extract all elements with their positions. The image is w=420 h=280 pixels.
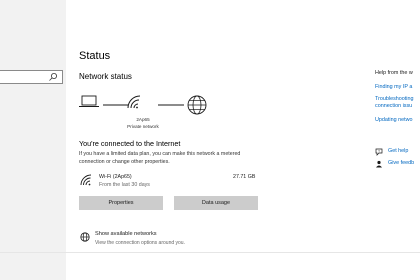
show-available-networks-link[interactable]: Show available networks [95,231,157,237]
wifi-icon [127,95,141,109]
help-link-updating-network[interactable]: Updating netwo [375,117,412,124]
connection-status-heading: You're connected to the Internet [79,139,181,148]
network-status-heading: Network status [79,72,132,81]
wifi-connection-name: Wi-Fi (2Ap65) [99,174,132,180]
give-feedback-link[interactable]: Give feedb [388,160,414,166]
wifi-icon [80,174,92,186]
show-available-networks-description: View the connection options around you. [95,240,185,246]
help-link-ip-address[interactable]: Finding my IP a [375,84,412,91]
wifi-usage-period: From the last 30 days [99,182,150,188]
help-pane: Help from the w Finding my IP a Troubles… [375,0,420,280]
show-networks-icon[interactable] [80,232,90,242]
wifi-data-usage: 27.71 GB [233,174,256,180]
help-link-troubleshooting-line2[interactable]: connection issu [375,103,412,110]
help-link-troubleshooting[interactable]: Troubleshooting [375,96,413,103]
help-title: Help from the w [375,70,413,76]
network-type: Private network [127,124,159,129]
feedback-icon[interactable] [375,160,383,168]
globe-icon [187,95,207,115]
search-icon [49,73,57,81]
get-help-icon[interactable]: ? [375,148,383,156]
left-nav-pane [0,0,66,280]
search-input[interactable] [0,70,63,84]
get-help-link[interactable]: Get help [388,148,408,154]
data-usage-button[interactable]: Data usage [174,196,258,210]
laptop-icon [79,95,99,107]
properties-button[interactable]: Properties [79,196,163,210]
svg-text:?: ? [378,149,380,153]
page-title: Status [79,50,111,62]
limited-plan-description: If you have a limited data plan, you can… [79,151,241,165]
divider [0,252,420,253]
network-name: 2Ap65 [136,117,150,122]
